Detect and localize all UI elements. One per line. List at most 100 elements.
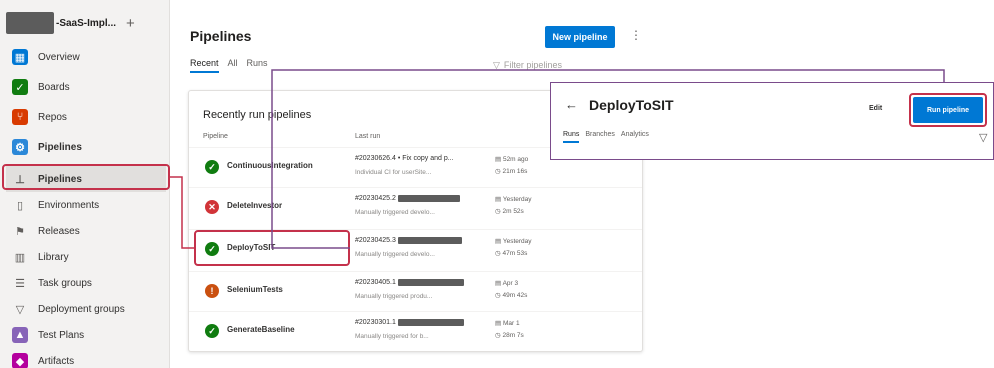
boards-icon: ✓	[12, 79, 28, 95]
sidebar-item-releases[interactable]: ⚑ Releases	[6, 218, 166, 244]
highlight-box-run-pipeline	[909, 93, 987, 127]
trigger-user: develo...	[410, 251, 435, 258]
pipeline-name[interactable]: GenerateBaseline	[227, 325, 295, 334]
sidebar-item-test-plans[interactable]: ▲ Test Plans	[6, 322, 166, 348]
more-actions-icon[interactable]: ⋮	[630, 28, 642, 42]
run-trigger: Individual CI for userSite...	[355, 169, 431, 176]
run-duration: ◷ 47m 53s	[495, 250, 528, 257]
table-row[interactable]: ✓ GenerateBaseline #20230301.1 Manually …	[189, 311, 642, 351]
run-id: #20230425.3	[355, 237, 396, 244]
sidebar-item-label: Task groups	[38, 277, 92, 289]
pipeline-name[interactable]: ContinuousIntegration	[227, 161, 313, 170]
run-date: ▤ Apr 3	[495, 280, 519, 287]
trigger-user: produ...	[410, 293, 433, 300]
run-title[interactable]: #20230301.1	[355, 319, 464, 326]
trigger-user: userSite...	[401, 169, 432, 176]
trigger-text: Manually triggered for	[355, 333, 418, 340]
pipeline-name[interactable]: DeleteInvestor	[227, 201, 282, 210]
warning-icon: !	[205, 284, 219, 298]
redacted-text	[397, 237, 462, 244]
pipelines-icon: ⚙	[12, 139, 28, 155]
repos-icon: ⑂	[12, 109, 28, 125]
page-title: Pipelines	[190, 28, 252, 44]
sidebar-item-label: Repos	[38, 111, 67, 123]
run-title[interactable]: #20230425.2	[355, 195, 460, 202]
highlight-box-deploytosit	[194, 230, 350, 266]
success-icon: ✓	[205, 324, 219, 338]
sidebar-item-label: Test Plans	[38, 329, 85, 341]
run-date-text: Yesterday	[502, 196, 532, 203]
deployment-groups-icon: ▽	[15, 303, 25, 316]
table-row[interactable]: ✕ DeleteInvestor #20230425.2 Manually tr…	[189, 187, 642, 227]
edit-button[interactable]: Edit	[869, 105, 882, 112]
trigger-user: develo...	[410, 209, 435, 216]
run-trigger: Manually triggered produ...	[355, 293, 432, 300]
highlight-box-pipelines	[2, 164, 170, 190]
run-date: ▤ 52m ago	[495, 156, 529, 163]
trigger-text: Manually triggered	[355, 251, 409, 258]
run-trigger: Manually triggered for b...	[355, 333, 429, 340]
sidebar-item-repos[interactable]: ⑂ Repos	[6, 104, 166, 130]
tab-analytics[interactable]: Analytics	[621, 131, 649, 143]
tab-all[interactable]: All	[228, 58, 238, 73]
sidebar-item-deployment-groups[interactable]: ▽ Deployment groups	[6, 296, 166, 322]
failed-icon: ✕	[205, 200, 219, 214]
tab-runs[interactable]: Runs	[563, 131, 580, 143]
run-date: ▤ Yesterday	[495, 196, 532, 203]
sidebar-item-label: Environments	[38, 199, 100, 211]
trigger-user: b...	[419, 333, 429, 340]
run-date-text: 52m ago	[502, 156, 529, 163]
sidebar-item-artifacts[interactable]: ◆ Artifacts	[6, 348, 166, 368]
filter-icon[interactable]: ▽	[979, 131, 987, 144]
new-pipeline-button[interactable]: New pipeline	[545, 26, 615, 48]
trigger-text: Manually triggered	[355, 293, 409, 300]
tab-recent[interactable]: Recent	[190, 58, 219, 73]
test-plans-icon: ▲	[12, 327, 28, 343]
run-trigger: Manually triggered develo...	[355, 251, 435, 258]
environments-icon: ▯	[16, 199, 24, 212]
filter-icon: ▽	[493, 59, 500, 70]
sidebar-item-label: Artifacts	[38, 355, 75, 367]
pipeline-name[interactable]: SeleniumTests	[227, 285, 283, 294]
run-trigger: Manually triggered develo...	[355, 209, 435, 216]
sidebar-item-environments[interactable]: ▯ Environments	[6, 192, 166, 218]
pipeline-tabs: Recent All Runs	[190, 58, 268, 73]
run-date-text: Apr 3	[502, 280, 519, 287]
back-arrow-icon[interactable]: ←	[565, 97, 578, 112]
table-row[interactable]: ! SeleniumTests #20230405.1 Manually tri…	[189, 271, 642, 311]
tab-branches[interactable]: Branches	[585, 131, 615, 143]
run-duration: ◷ 21m 16s	[495, 168, 528, 175]
redacted-text	[397, 195, 460, 202]
pipeline-detail-panel: ← DeployToSIT Edit Run pipeline Runs Bra…	[550, 82, 994, 160]
run-id: #20230626.4 • Fix copy and p...	[355, 155, 454, 162]
redacted-text	[397, 279, 464, 286]
sidebar-item-label: Releases	[38, 225, 80, 237]
project-selector[interactable]: -SaaS-Impl... +	[6, 8, 164, 38]
run-duration-text: 49m 42s	[502, 292, 528, 299]
sidebar-item-label: Library	[38, 251, 69, 263]
sidebar-item-overview[interactable]: ▦ Overview	[6, 44, 166, 70]
run-date-text: Mar 1	[502, 320, 520, 327]
sidebar-item-pipelines[interactable]: ⚙ Pipelines	[6, 134, 166, 160]
run-title[interactable]: #20230626.4 • Fix copy and p...	[355, 155, 454, 162]
sidebar-item-boards[interactable]: ✓ Boards	[6, 74, 166, 100]
redacted-org-name	[6, 12, 54, 34]
pipeline-detail-title: DeployToSIT	[589, 97, 674, 113]
filter-placeholder: Filter pipelines	[503, 60, 562, 70]
run-title[interactable]: #20230405.1	[355, 279, 464, 286]
pipeline-detail-tabs: Runs Branches Analytics	[563, 131, 649, 143]
tab-runs[interactable]: Runs	[247, 58, 268, 73]
run-id: #20230425.2	[355, 195, 396, 202]
run-duration-text: 2m 52s	[502, 208, 524, 215]
sidebar-item-task-groups[interactable]: ☰ Task groups	[6, 270, 166, 296]
sidebar-item-library[interactable]: ▥ Library	[6, 244, 166, 270]
run-date: ▤ Mar 1	[495, 320, 520, 327]
run-date-text: Yesterday	[502, 238, 532, 245]
trigger-text: Individual CI for	[355, 169, 401, 176]
filter-pipelines-input[interactable]: ▽ Filter pipelines	[493, 56, 643, 74]
add-icon[interactable]: +	[126, 15, 135, 32]
sidebar-item-label: Pipelines	[38, 141, 82, 153]
trigger-text: Manually triggered	[355, 209, 409, 216]
run-title[interactable]: #20230425.3	[355, 237, 462, 244]
releases-icon: ⚑	[15, 225, 25, 238]
